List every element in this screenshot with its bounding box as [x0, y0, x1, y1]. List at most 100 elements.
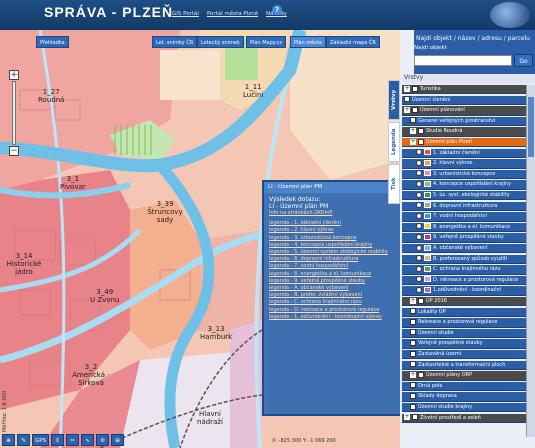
layer-item[interactable]: + Studie Roudná	[402, 127, 526, 137]
checkbox[interactable]	[410, 329, 416, 336]
layer-item[interactable]: 1.odůvodnění - koordinační	[402, 286, 526, 296]
radio-icon[interactable]	[416, 244, 422, 251]
expand-icon[interactable]: +	[404, 414, 410, 421]
layer-item[interactable]: 6. dopravní infrastruktura	[402, 201, 526, 211]
legend-link[interactable]: legenda - 3. urbanistická koncepce	[269, 235, 408, 242]
checkbox[interactable]	[410, 308, 416, 315]
radio-icon[interactable]	[416, 149, 422, 156]
layer-item[interactable]: 1. základní členění	[402, 148, 526, 158]
checkbox[interactable]	[410, 361, 416, 368]
search-go-button[interactable]: Go	[514, 54, 533, 67]
layer-item[interactable]: 7. vodní hospodářství	[402, 212, 526, 222]
tool-line-button[interactable]: ∿	[81, 434, 95, 446]
radio-icon[interactable]	[416, 265, 422, 272]
basemap-base-map-button[interactable]: Základní mapa ČR	[326, 36, 380, 48]
tab-layers[interactable]: Vrstvy	[388, 80, 400, 120]
layer-item[interactable]: Veřejně prospěšné stavby	[402, 339, 526, 349]
expand-icon[interactable]: +	[410, 138, 416, 145]
layer-item[interactable]: Územní studie	[402, 328, 526, 339]
expand-icon[interactable]: +	[410, 371, 416, 378]
tool-draw-button[interactable]: ✎	[17, 434, 30, 446]
checkbox[interactable]	[418, 127, 424, 134]
help-icon[interactable]: ?	[272, 5, 282, 15]
radio-icon[interactable]	[416, 255, 422, 262]
overview-button[interactable]: Přehledka	[36, 36, 69, 48]
checkbox[interactable]	[410, 318, 416, 325]
layer-item[interactable]: 2. hlavní výkres	[402, 159, 526, 169]
layer-item[interactable]: A. občanské vybavení	[402, 244, 526, 254]
radio-icon[interactable]	[416, 202, 422, 209]
checkbox[interactable]	[412, 106, 418, 113]
radio-icon[interactable]	[416, 191, 422, 198]
radio-icon[interactable]	[416, 276, 422, 283]
legend-link[interactable]: legenda - 4. koncepce uspořádání krajiny	[269, 242, 408, 249]
zoom-in-button[interactable]: +	[9, 70, 19, 80]
expand-icon[interactable]: +	[404, 106, 410, 113]
legend-popup[interactable]: LI - Územní plán PM Výsledek dotazu: LI …	[262, 180, 415, 416]
layer-item[interactable]: Sklady doprava	[402, 392, 526, 402]
radio-icon[interactable]	[416, 233, 422, 240]
checkbox[interactable]	[410, 350, 416, 357]
tool-pan-button[interactable]: ✣	[96, 434, 110, 446]
radio-icon[interactable]	[416, 212, 422, 219]
layer-item[interactable]: Orná pole	[402, 381, 526, 392]
legend-link[interactable]: legenda - 1. odůvodnění - koordinační vý…	[269, 314, 408, 321]
layer-item[interactable]: 8. energetika a el. komunikace	[402, 222, 526, 233]
checkbox[interactable]	[410, 392, 416, 399]
layers-scrollbar[interactable]	[526, 85, 535, 437]
tool-grid-button[interactable]: ⊞	[111, 434, 125, 446]
layer-item[interactable]: 5. úz. syst. ekologické stability	[402, 191, 526, 201]
legend-link[interactable]: legenda - 2. hlavní výkres	[269, 227, 408, 234]
basemap-city-plan-button[interactable]: Plán města	[290, 36, 326, 48]
info-link[interactable]: Info na stránkách ÚKRmP	[269, 210, 408, 217]
tool-measure-button[interactable]: ↕	[51, 434, 65, 446]
tool-identify-button[interactable]: ⊕	[2, 434, 15, 446]
layer-item[interactable]: Zastavitelné a transformační ploch	[402, 360, 526, 370]
layer-item[interactable]: Lokality ÚP	[402, 307, 526, 317]
layer-item[interactable]: + Územní plány ORP	[402, 371, 526, 381]
layer-item[interactable]: + Územní plánování	[402, 106, 526, 116]
checkbox[interactable]	[418, 371, 424, 378]
legend-link[interactable]: legenda - C. ochrana krajinného rázu	[269, 299, 408, 306]
checkbox[interactable]	[412, 85, 418, 92]
layer-item[interactable]: Generel veřejných prostranství	[402, 116, 526, 127]
checkbox[interactable]	[404, 96, 410, 103]
search-input[interactable]	[414, 55, 512, 66]
layer-item[interactable]: 9. veřejně prospěšné stavby	[402, 233, 526, 243]
expand-icon[interactable]: +	[404, 85, 410, 92]
tool-cut-button[interactable]: ✂	[66, 434, 80, 446]
layer-item[interactable]: Územní studie krajiny	[402, 403, 526, 413]
radio-icon[interactable]	[416, 286, 422, 293]
layer-item[interactable]: Zastavěná území	[402, 350, 526, 360]
checkbox[interactable]	[418, 138, 424, 145]
basemap-aerial-button[interactable]: Letecký snímek	[197, 36, 244, 48]
checkbox[interactable]	[418, 297, 424, 304]
layer-item[interactable]: + Územní plán Plzeň	[402, 138, 526, 148]
legend-link[interactable]: legenda - D. rekreace a prostorová regul…	[269, 307, 408, 314]
radio-icon[interactable]	[416, 223, 422, 230]
layer-item[interactable]: C. ochrana krajinného rázu	[402, 265, 526, 275]
tab-print[interactable]: Tisk	[388, 164, 400, 204]
layer-item[interactable]: + ÚP 2016	[402, 297, 526, 307]
layer-item[interactable]: 3. urbanistická koncepce	[402, 169, 526, 180]
checkbox[interactable]	[410, 339, 416, 346]
legend-link[interactable]: legenda - 7. vodní hospodářství	[269, 263, 408, 270]
tab-legend[interactable]: Legenda	[388, 122, 400, 162]
zoom-slider[interactable]	[12, 81, 16, 145]
layer-item[interactable]: + Turistika	[402, 85, 526, 95]
checkbox[interactable]	[410, 117, 416, 124]
layer-item[interactable]: D. rekreace a prostorová regulace	[402, 275, 526, 286]
tool-gps-button[interactable]: GPS	[32, 434, 50, 446]
layer-item[interactable]: 4. koncepce uspořádání krajiny	[402, 180, 526, 190]
checkbox[interactable]	[412, 414, 418, 421]
layer-item[interactable]: + Životní prostředí a zeleň	[402, 413, 526, 423]
basemap-aerial-cr-button[interactable]: Let. snímky ČR	[152, 36, 198, 48]
scrollbar-thumb[interactable]	[528, 97, 534, 157]
basemap-mapycz-button[interactable]: Plán Mapy.cz	[246, 36, 286, 48]
checkbox[interactable]	[410, 403, 416, 410]
expand-icon[interactable]: +	[410, 297, 416, 304]
layer-item[interactable]: Rekreace a prostorová regulace	[402, 318, 526, 328]
radio-icon[interactable]	[416, 159, 422, 166]
link-gis-portal[interactable]: GIS Portál	[172, 11, 199, 17]
radio-icon[interactable]	[416, 170, 422, 177]
